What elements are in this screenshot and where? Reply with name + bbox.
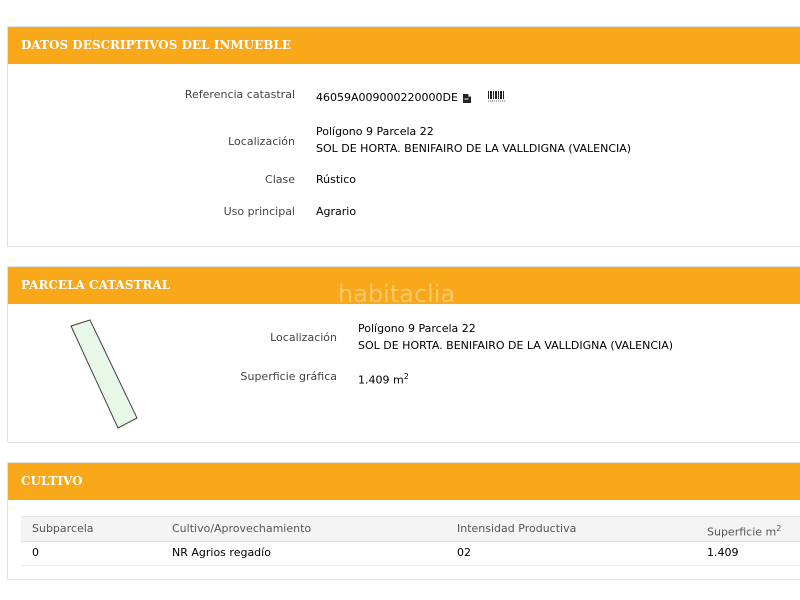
col-cultivo: Cultivo/Aprovechamiento — [172, 522, 312, 535]
parcel-loc-line1: Polígono 9 Parcela 22 — [358, 322, 476, 335]
cell-intensidad: 02 — [457, 546, 471, 559]
col-intensidad: Intensidad Productiva — [457, 522, 577, 535]
surface-value: 1.409 m2 — [358, 368, 409, 389]
cell-superficie: 1.409 — [707, 546, 739, 559]
clase-label: Clase — [265, 173, 295, 186]
crop-header: CULTIVO — [8, 463, 800, 500]
parcel-loc-label: Localización — [270, 331, 337, 344]
surface-number: 1.409 m — [358, 373, 404, 387]
clase-value: Rústico — [316, 173, 356, 186]
document-icon[interactable] — [462, 90, 472, 107]
ref-value-row: 46059A009000220000DE — [316, 89, 506, 107]
parcel-shape — [70, 319, 138, 429]
col-superficie-label: Superficie m — [707, 525, 777, 539]
surface-unit-exponent: 2 — [403, 372, 409, 381]
uso-label: Uso principal — [223, 205, 295, 218]
parcel-loc-line2: SOL DE HORTA. BENIFAIRO DE LA VALLDIGNA … — [358, 339, 674, 352]
parcel-loc-value: Polígono 9 Parcela 22 SOL DE HORTA. BENI… — [358, 320, 673, 354]
loc-line1: Polígono 9 Parcela 22 — [316, 125, 434, 138]
barcode-icon[interactable] — [487, 90, 506, 107]
descriptive-data-panel: DATOS DESCRIPTIVOS DEL INMUEBLE Referenc… — [7, 26, 800, 247]
ref-value[interactable]: 46059A009000220000DE — [316, 91, 458, 104]
descriptive-data-header: DATOS DESCRIPTIVOS DEL INMUEBLE — [8, 27, 800, 64]
loc-value: Polígono 9 Parcela 22 SOL DE HORTA. BENI… — [316, 123, 631, 157]
crop-table-header: Subparcela Cultivo/Aprovechamiento Inten… — [21, 516, 800, 542]
parcel-map[interactable] — [68, 315, 148, 435]
loc-line2: SOL DE HORTA. BENIFAIRO DE LA VALLDIGNA … — [316, 142, 632, 155]
cell-cultivo: NR Agrios regadío — [172, 546, 271, 559]
col-superficie-exponent: 2 — [776, 524, 782, 533]
habitaclia-watermark: habitaclia — [338, 280, 456, 308]
ref-label: Referencia catastral — [184, 88, 295, 101]
cell-subparcela: 0 — [32, 546, 39, 559]
col-subparcela: Subparcela — [32, 522, 94, 535]
surface-label: Superficie gráfica — [240, 370, 338, 383]
crop-panel: CULTIVO Subparcela Cultivo/Aprovechamien… — [7, 462, 800, 580]
uso-value: Agrario — [316, 205, 357, 218]
table-row[interactable]: 0 NR Agrios regadío 02 1.409 — [21, 541, 800, 566]
loc-label: Localización — [228, 135, 295, 148]
